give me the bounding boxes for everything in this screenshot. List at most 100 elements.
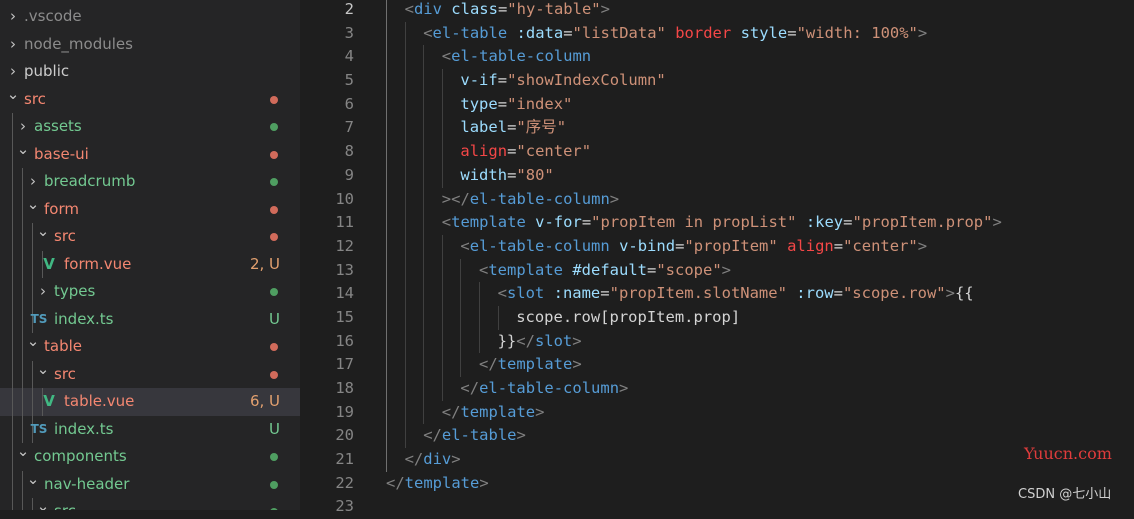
code-token: = xyxy=(497,0,508,18)
line-number: 13 xyxy=(335,260,354,279)
code-line[interactable]: 19 </template> xyxy=(300,400,1134,425)
tree-folder[interactable]: ⌄src xyxy=(0,497,300,510)
code-line[interactable]: 21 </div> xyxy=(300,448,1134,472)
indent-guide xyxy=(404,305,406,330)
chevron-down-icon[interactable]: ⌄ xyxy=(16,438,30,466)
tree-file[interactable]: Vform.vue 2, U xyxy=(0,250,300,278)
indent-guide xyxy=(423,163,425,188)
code-line[interactable]: 4 <el-table-column xyxy=(300,45,1134,70)
code-line[interactable]: 17 </template> xyxy=(300,353,1134,377)
code-token: label xyxy=(460,118,508,137)
git-status-dot xyxy=(270,205,278,214)
indent-guide xyxy=(404,424,406,449)
tree-folder[interactable]: › assets xyxy=(0,113,300,141)
code-line[interactable]: 8 align="center" xyxy=(300,140,1134,164)
tree-folder[interactable]: ⌄ components xyxy=(0,442,300,471)
code-token: > xyxy=(572,355,582,374)
line-number: 14 xyxy=(335,284,354,303)
chevron-right-icon[interactable]: › xyxy=(6,3,20,31)
code-line[interactable]: 12 <el-table-column v-bind="propItem" ali… xyxy=(300,234,1134,259)
tree-item-label: nav-header xyxy=(44,474,130,493)
tree-folder[interactable]: › .vscode xyxy=(0,3,300,31)
indent-guide xyxy=(386,187,387,212)
code-token: > xyxy=(600,0,610,18)
tree-folder[interactable]: › breadcrumb xyxy=(0,168,300,196)
indent-guide xyxy=(460,353,462,377)
code-token: template xyxy=(451,213,526,232)
tree-folder[interactable]: › public xyxy=(0,58,300,86)
code-line[interactable]: 9 width="80" xyxy=(300,163,1134,188)
code-token: > xyxy=(917,236,928,255)
indent-guide xyxy=(404,400,406,425)
chevron-down-icon[interactable]: ⌄ xyxy=(36,493,50,510)
code-text: <template #default="scope"> xyxy=(479,259,731,283)
code-line[interactable]: 7 label="序号" xyxy=(300,116,1134,141)
chevron-right-icon[interactable]: › xyxy=(36,278,50,306)
git-status-dot xyxy=(270,95,278,104)
indent-guide xyxy=(441,69,443,93)
tree-folder[interactable]: ⌄src xyxy=(0,360,300,388)
code-text: label="序号" xyxy=(460,116,566,140)
indent-guide xyxy=(423,377,425,401)
code-token: template xyxy=(404,473,480,492)
code-line[interactable]: 11 <template v-for="propItem in propList"… xyxy=(300,211,1134,235)
code-line[interactable]: 14 <slot :name="propItem.slotName" :row="… xyxy=(300,282,1134,306)
tree-folder[interactable]: › node_modules xyxy=(0,31,300,59)
indent-guide xyxy=(404,187,406,212)
code-token: = xyxy=(563,23,573,42)
chevron-down-icon[interactable]: ⌄ xyxy=(26,191,40,219)
indent-guide xyxy=(386,0,387,22)
tree-folder[interactable]: ⌄src xyxy=(0,85,300,114)
indent-guide xyxy=(12,195,13,223)
code-editor[interactable]: 2 <div class="hy-table"> 3 <el-table :data=… xyxy=(300,0,1134,515)
code-line[interactable]: 5 v-if="showIndexColumn" xyxy=(300,69,1134,93)
code-line[interactable]: 6 type="index" xyxy=(300,92,1134,117)
code-line[interactable]: 3 <el-table :data="listData" border style… xyxy=(300,21,1134,46)
chevron-right-icon[interactable]: › xyxy=(6,31,20,59)
indent-guide xyxy=(460,258,462,283)
code-line[interactable]: 16}}</slot> xyxy=(300,329,1134,354)
chevron-down-icon[interactable]: ⌄ xyxy=(36,356,50,384)
code-line[interactable]: 13 <template #default="scope"> xyxy=(300,258,1134,283)
code-text: </div> xyxy=(405,448,461,472)
code-token: < xyxy=(441,213,452,232)
chevron-down-icon[interactable]: ⌄ xyxy=(26,466,40,494)
code-line[interactable]: 22 </template> xyxy=(300,472,1134,496)
indent-guide xyxy=(12,168,13,196)
tree-file[interactable]: Vtable.vue 6, U xyxy=(0,388,300,416)
code-line[interactable]: 2 <div class="hy-table"> xyxy=(300,0,1134,22)
indent-guide xyxy=(497,305,499,330)
vue-file-icon: V xyxy=(43,392,55,410)
indent-guide xyxy=(386,92,387,117)
typescript-file-icon: TS xyxy=(30,421,48,436)
chevron-down-icon[interactable]: ⌄ xyxy=(6,81,20,109)
code-line[interactable]: 15 scope.row[propItem.prop] xyxy=(300,305,1134,330)
tree-file[interactable]: TS index.ts U xyxy=(0,415,300,443)
code-line[interactable]: 18 </el-table-column> xyxy=(300,377,1134,401)
code-token: = xyxy=(497,94,508,113)
line-number: 2 xyxy=(344,0,354,18)
code-line[interactable]: 10 ></el-table-column> xyxy=(300,187,1134,212)
tree-folder[interactable]: ⌄ base-ui xyxy=(0,140,300,168)
indent-guide xyxy=(386,353,387,377)
code-line[interactable]: 23 xyxy=(300,495,1134,519)
tree-item-label: node_modules xyxy=(24,34,133,53)
tree-file[interactable]: TS index.ts U xyxy=(0,305,300,333)
code-line[interactable]: 20 </el-table> xyxy=(300,424,1134,449)
chevron-down-icon[interactable]: ⌄ xyxy=(16,136,30,164)
indent-guide xyxy=(386,258,387,283)
code-token: > xyxy=(451,450,461,469)
code-text: <el-table-column xyxy=(442,45,591,69)
indent-guide xyxy=(386,211,387,235)
code-text: <div class="hy-table"> xyxy=(405,0,610,22)
chevron-down-icon[interactable]: ⌄ xyxy=(26,328,40,356)
tree-folder[interactable]: › types xyxy=(0,278,300,306)
code-text: v-if="showIndexColumn" xyxy=(460,69,665,93)
code-token: </ xyxy=(479,355,498,374)
code-token: v-for xyxy=(535,213,582,232)
tree-folder[interactable]: ⌄src xyxy=(0,222,300,251)
code-token: = xyxy=(833,236,844,255)
chevron-down-icon[interactable]: ⌄ xyxy=(36,218,50,246)
